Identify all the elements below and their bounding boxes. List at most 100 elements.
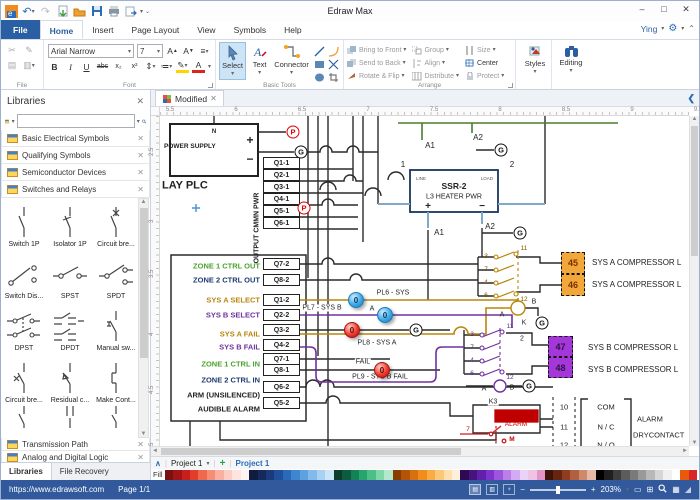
format-painter-icon[interactable]: ✎ [22, 44, 36, 57]
search-icon[interactable] [142, 116, 146, 127]
library-close-icon[interactable]: ✕ [137, 453, 144, 462]
fill-color-swatch[interactable] [207, 470, 215, 480]
fill-color-swatch[interactable] [604, 470, 612, 480]
fill-color-swatch[interactable] [545, 470, 553, 480]
align-button[interactable]: Align▾ [412, 57, 459, 70]
libraries-close-icon[interactable]: ✕ [136, 96, 144, 107]
library-menu-caret[interactable]: ▾ [12, 118, 15, 125]
save-icon[interactable] [89, 4, 104, 19]
fill-color-swatch[interactable] [655, 470, 663, 480]
font-size-combo[interactable]: 7▾ [137, 44, 163, 58]
fill-color-swatch[interactable] [376, 470, 384, 480]
bring-to-front-button[interactable]: Bring to Front▾ [347, 44, 406, 57]
italic-button[interactable]: I [64, 60, 77, 73]
fill-color-swatch[interactable] [249, 470, 257, 480]
rectangle-tool-icon[interactable] [312, 58, 326, 71]
qat-customize-caret[interactable]: ▾ [140, 8, 143, 15]
print-icon[interactable] [106, 4, 121, 19]
copy-icon[interactable]: ▥▾ [22, 59, 36, 72]
font-color-button[interactable]: A [192, 60, 205, 73]
tab-symbols[interactable]: Symbols [225, 20, 276, 39]
zoom-slider-thumb[interactable] [556, 486, 560, 494]
styles-button[interactable]: Styles▾ [519, 42, 551, 80]
fill-color-swatch[interactable] [325, 470, 333, 480]
fill-color-swatch[interactable] [494, 470, 502, 480]
bullets-icon[interactable]: ≔▾ [160, 60, 173, 73]
undo-icon[interactable]: ↶▾ [21, 4, 36, 19]
sidebar-tab-libraries[interactable]: Libraries [1, 463, 52, 480]
fit-page-icon[interactable]: ▭ [634, 485, 642, 494]
collapse-ribbon-icon[interactable]: ⌃ [688, 24, 695, 33]
zoom-out-button[interactable]: − [520, 485, 525, 494]
fill-color-swatch[interactable] [537, 470, 545, 480]
library-item-basic-electrical-symbols[interactable]: Basic Electrical Symbols✕ [1, 130, 150, 147]
arc-tool-icon[interactable] [326, 45, 340, 58]
fill-color-swatch[interactable] [587, 470, 595, 480]
fill-color-swatch[interactable] [173, 470, 181, 480]
fill-color-swatch[interactable] [579, 470, 587, 480]
line-spacing-icon[interactable]: ⇕▾ [144, 60, 157, 73]
library-symbol-switch-1p[interactable]: Switch 1P [1, 198, 47, 250]
zoom-slider[interactable] [530, 489, 586, 491]
page-menu-caret[interactable]: ▾ [207, 460, 210, 467]
page-menu[interactable]: Project 1 [171, 459, 203, 468]
group-button[interactable]: Group▾ [412, 44, 459, 57]
fill-color-swatch[interactable] [646, 470, 654, 480]
font-color-caret[interactable]: ▾ [208, 63, 211, 70]
editing-button[interactable]: Editing▾ [555, 42, 587, 80]
maximize-button[interactable]: □ [653, 1, 675, 17]
line-tool-icon[interactable] [312, 45, 326, 58]
arrange-dialog-launcher[interactable] [508, 83, 513, 88]
tab-home[interactable]: Home [40, 20, 84, 39]
edraw-logo-icon[interactable]: e [4, 4, 19, 19]
fill-color-swatch[interactable] [384, 470, 392, 480]
fill-color-swatch[interactable] [613, 470, 621, 480]
paste-icon[interactable]: ▤ [5, 59, 19, 72]
sidebar-tab-file-recovery[interactable]: File Recovery [52, 463, 117, 480]
send-to-back-button[interactable]: Send to Back▾ [347, 57, 406, 70]
fill-color-swatch[interactable] [427, 470, 435, 480]
export-icon[interactable] [123, 4, 138, 19]
fill-color-swatch[interactable] [680, 470, 688, 480]
cut-icon[interactable]: ✂ [5, 44, 19, 57]
font-dialog-launcher[interactable] [208, 83, 213, 88]
fill-color-swatch[interactable] [215, 470, 223, 480]
qat-more-icon[interactable]: ⌄ [145, 8, 150, 15]
library-symbol[interactable] [1, 406, 47, 430]
collapse-palette-icon[interactable]: ∧ [155, 459, 161, 468]
underline-button[interactable]: U [80, 60, 93, 73]
fill-color-swatch[interactable] [342, 470, 350, 480]
fill-color-swatch[interactable] [621, 470, 629, 480]
strikethrough-button[interactable]: abc [96, 60, 109, 73]
fit-width-icon[interactable]: ⊞ [647, 485, 654, 494]
add-page-button[interactable]: + [220, 458, 226, 469]
horizontal-scrollbar[interactable]: ◄► [151, 446, 689, 456]
library-symbol-spst[interactable]: SPST [47, 250, 93, 302]
fill-color-swatch[interactable] [401, 470, 409, 480]
library-close-icon[interactable]: ✕ [137, 151, 144, 160]
library-symbol-manual-sw[interactable]: Manual sw... [93, 302, 139, 354]
tab-help[interactable]: Help [275, 20, 310, 39]
fill-color-swatch[interactable] [359, 470, 367, 480]
bold-button[interactable]: B [48, 60, 61, 73]
fill-color-swatch[interactable] [469, 470, 477, 480]
open-icon[interactable] [72, 4, 87, 19]
fill-color-swatch[interactable] [444, 470, 452, 480]
fill-color-swatch[interactable] [528, 470, 536, 480]
page-break-view-button[interactable]: ▥ [486, 484, 498, 495]
fill-color-swatch[interactable] [486, 470, 494, 480]
fill-color-swatch[interactable] [308, 470, 316, 480]
fill-color-swatch[interactable] [317, 470, 325, 480]
gear-caret[interactable]: ▾ [681, 25, 684, 32]
zoom-caret[interactable]: ▾ [626, 486, 629, 493]
library-close-icon[interactable]: ✕ [137, 440, 144, 449]
tab-page-layout[interactable]: Page Layout [123, 20, 189, 39]
user-menu[interactable]: Ying [641, 24, 658, 34]
pencil-tool-icon[interactable] [326, 58, 340, 71]
library-close-icon[interactable]: ✕ [137, 185, 144, 194]
library-symbol-make-cont[interactable]: Make Cont... [93, 354, 139, 406]
fill-color-swatch[interactable] [553, 470, 561, 480]
sidebar-scrollbar[interactable]: ▲▼ [138, 198, 149, 438]
fill-color-swatch[interactable] [672, 470, 680, 480]
text-align-icon[interactable]: ≡▾ [198, 45, 211, 58]
